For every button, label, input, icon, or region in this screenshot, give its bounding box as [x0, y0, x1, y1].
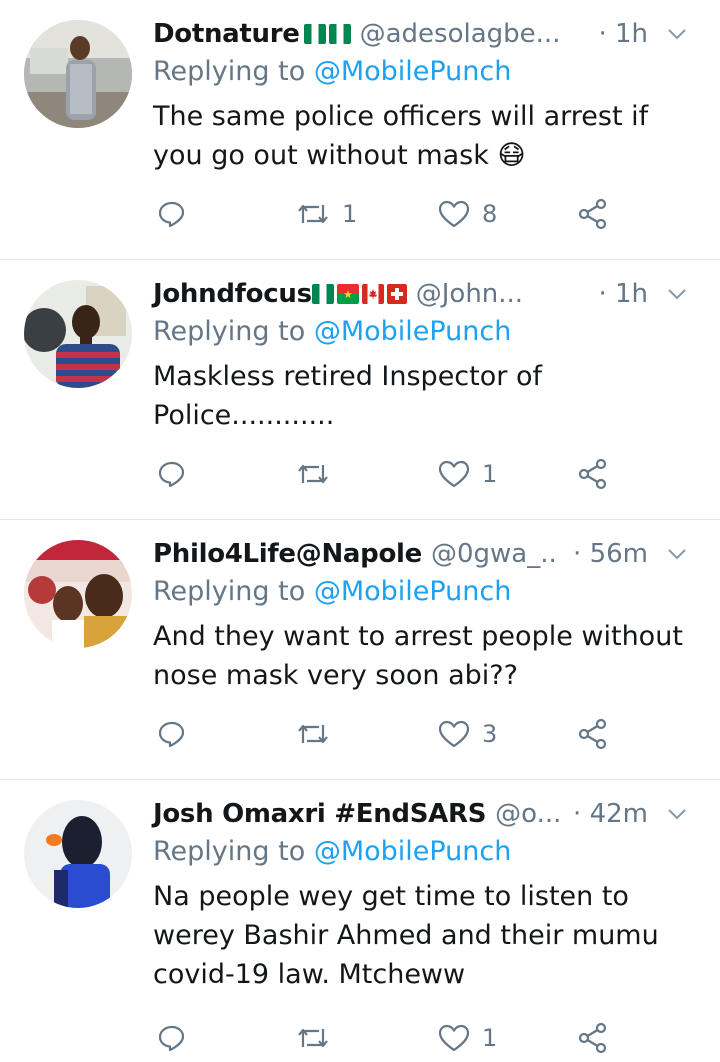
- like-icon: [438, 459, 470, 489]
- retweet-button[interactable]: 1: [296, 190, 357, 238]
- tweet-header: Josh Omaxri #EndSARS @o... · 42m: [153, 794, 698, 834]
- tweet[interactable]: Josh Omaxri #EndSARS @o... · 42m Replyin…: [0, 780, 720, 1059]
- like-button[interactable]: 3: [438, 710, 497, 758]
- action-bar: 1: [153, 1014, 623, 1062]
- retweet-icon: [296, 719, 330, 749]
- tweet[interactable]: Dotnature @adesolagbe... · 1h Replying t…: [0, 0, 720, 260]
- retweet-button[interactable]: [296, 1014, 342, 1062]
- share-button[interactable]: [577, 450, 609, 498]
- user-handle[interactable]: @0gwa_...: [431, 539, 565, 569]
- tweet-header: Philo4Life@Napole @0gwa_... · 56m: [153, 534, 698, 574]
- action-bar: 1 8: [153, 190, 623, 238]
- timestamp[interactable]: · 1h: [584, 14, 648, 54]
- timestamp[interactable]: · 1h: [584, 274, 648, 314]
- share-icon: [577, 718, 609, 750]
- reply-icon: [157, 719, 187, 749]
- reply-button[interactable]: [157, 450, 187, 498]
- retweet-icon: [296, 199, 330, 229]
- replying-to: Replying to @MobilePunch: [153, 316, 511, 347]
- tweet-text: The same police officers will arrest if …: [153, 101, 649, 171]
- flag-emojis: [303, 24, 351, 44]
- replying-to: Replying to @MobilePunch: [153, 576, 511, 607]
- replying-label: Replying to: [153, 316, 314, 347]
- reply-button[interactable]: [157, 1014, 187, 1062]
- retweet-count: 1: [342, 200, 358, 228]
- share-button[interactable]: [577, 1014, 609, 1062]
- share-icon: [577, 1022, 609, 1054]
- flag-emojis: [311, 284, 407, 304]
- avatar[interactable]: [24, 20, 132, 128]
- replying-to: Replying to @MobilePunch: [153, 56, 511, 87]
- user-handle[interactable]: @o...: [495, 799, 561, 829]
- display-name[interactable]: Dotnature: [153, 19, 300, 49]
- tweet-text: Na people wey get time to listen to were…: [153, 881, 659, 990]
- like-button[interactable]: 1: [438, 450, 497, 498]
- tweet[interactable]: Philo4Life@Napole @0gwa_... · 56m Replyi…: [0, 520, 720, 780]
- retweet-icon: [296, 459, 330, 489]
- user-handle[interactable]: @adesolagbe...: [360, 19, 561, 49]
- like-icon: [438, 199, 470, 229]
- like-count: 3: [482, 720, 498, 748]
- tweet-text: And they want to arrest people without n…: [153, 621, 683, 691]
- replying-label: Replying to: [153, 576, 314, 607]
- share-button[interactable]: [577, 710, 609, 758]
- display-name[interactable]: Philo4Life@Napole: [153, 539, 422, 569]
- chevron-down-icon[interactable]: [666, 802, 688, 824]
- mention-link[interactable]: @MobilePunch: [314, 316, 512, 347]
- timestamp[interactable]: · 42m: [559, 794, 648, 834]
- share-icon: [577, 198, 609, 230]
- nigeria-flag-icon: [303, 24, 326, 44]
- replying-to: Replying to @MobilePunch: [153, 836, 511, 867]
- burkina-faso-flag-icon: [336, 284, 359, 304]
- reply-icon: [157, 1023, 187, 1053]
- action-bar: 3: [153, 710, 623, 758]
- replying-label: Replying to: [153, 836, 314, 867]
- like-button[interactable]: 8: [438, 190, 497, 238]
- chevron-down-icon[interactable]: [666, 542, 688, 564]
- like-count: 8: [482, 200, 498, 228]
- chevron-down-icon[interactable]: [666, 22, 688, 44]
- retweet-icon: [296, 1023, 330, 1053]
- display-name[interactable]: Johndfocus: [153, 279, 312, 309]
- share-button[interactable]: [577, 190, 609, 238]
- avatar[interactable]: [24, 800, 132, 908]
- like-count: 1: [482, 1024, 498, 1052]
- reply-icon: [157, 199, 187, 229]
- avatar[interactable]: [24, 280, 132, 388]
- mention-link[interactable]: @MobilePunch: [314, 576, 512, 607]
- nigeria-flag-icon: [328, 24, 351, 44]
- replying-label: Replying to: [153, 56, 314, 87]
- like-button[interactable]: 1: [438, 1014, 497, 1062]
- like-icon: [438, 1023, 470, 1053]
- mention-link[interactable]: @MobilePunch: [314, 56, 512, 87]
- reply-button[interactable]: [157, 190, 187, 238]
- timestamp[interactable]: · 56m: [559, 534, 648, 574]
- retweet-button[interactable]: [296, 710, 342, 758]
- reply-icon: [157, 459, 187, 489]
- tweet[interactable]: Johndfocus @John... · 1h Replying to @Mo…: [0, 260, 720, 520]
- reply-button[interactable]: [157, 710, 187, 758]
- retweet-button[interactable]: [296, 450, 342, 498]
- canada-flag-icon: [361, 284, 384, 304]
- chevron-down-icon[interactable]: [666, 282, 688, 304]
- user-handle[interactable]: @John...: [416, 279, 523, 309]
- switzerland-flag-icon: [386, 284, 407, 304]
- nigeria-flag-icon: [311, 284, 334, 304]
- tweet-text: Maskless retired Inspector of Police....…: [153, 361, 542, 431]
- display-name[interactable]: Josh Omaxri #EndSARS: [153, 799, 486, 829]
- like-count: 1: [482, 460, 498, 488]
- avatar[interactable]: [24, 540, 132, 648]
- action-bar: 1: [153, 450, 623, 498]
- like-icon: [438, 719, 470, 749]
- share-icon: [577, 458, 609, 490]
- tweet-header: Johndfocus @John... · 1h: [153, 274, 698, 314]
- mention-link[interactable]: @MobilePunch: [314, 836, 512, 867]
- tweet-header: Dotnature @adesolagbe... · 1h: [153, 14, 698, 54]
